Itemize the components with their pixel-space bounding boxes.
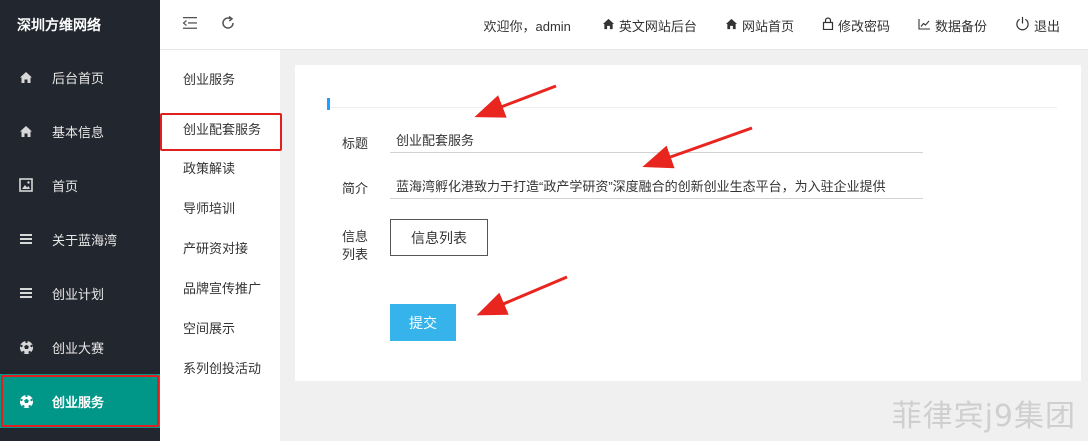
chart-icon [918, 18, 931, 33]
title-input[interactable] [390, 127, 923, 153]
submenu-item-mentor-training[interactable]: 导师培训 [160, 190, 280, 228]
submenu-item-brand-promotion[interactable]: 品牌宣传推广 [160, 270, 280, 308]
home-icon [18, 69, 34, 85]
home-icon [18, 123, 34, 139]
sidebar-item-startup-service[interactable]: 创业服务 [0, 374, 160, 428]
data-backup-link[interactable]: 数据备份 [904, 16, 1001, 35]
power-icon [1015, 16, 1030, 34]
image-icon [18, 177, 34, 193]
home-icon [602, 18, 615, 33]
link-label: 英文网站后台 [618, 18, 697, 34]
soccer-ball-icon [18, 393, 34, 409]
sidebar-item-basic-info[interactable]: 基本信息 [0, 104, 160, 158]
english-admin-link[interactable]: 英文网站后台 [588, 16, 711, 35]
sub-menu: 创业服务 创业配套服务 政策解读 导师培训 产研资对接 品牌宣传推广 空间展示 … [160, 50, 282, 441]
sidebar-item-label: 创业服务 [52, 394, 105, 410]
edit-form-card: 标题 简介 信息 列表 信息列表 提交 [295, 65, 1081, 381]
submenu-item-industry-research[interactable]: 产研资对接 [160, 230, 280, 268]
submenu-item-support-service[interactable]: 创业配套服务 [160, 111, 282, 151]
sidebar-item-label: 关于蓝海湾 [52, 232, 118, 248]
card-header [327, 98, 1057, 110]
submenu-item-policy[interactable]: 政策解读 [160, 150, 280, 188]
sidebar-item-competition[interactable]: 创业大赛 [0, 320, 160, 374]
info-list-button[interactable]: 信息列表 [390, 219, 488, 256]
intro-input[interactable] [390, 173, 923, 199]
collapse-menu-icon[interactable] [182, 16, 198, 33]
list-icon [18, 231, 34, 247]
sidebar-item-label: 首页 [52, 178, 79, 194]
submenu-item-space-showcase[interactable]: 空间展示 [160, 310, 280, 348]
submit-button[interactable]: 提交 [390, 304, 456, 341]
sidebar-item-label: 后台首页 [52, 70, 105, 86]
link-label: 数据备份 [934, 18, 987, 34]
sidebar: 深圳方维网络 后台首页 基本信息 首页 关于蓝海湾 创业计划 创业大赛 创业服务 [0, 0, 160, 441]
link-label: 退出 [1033, 18, 1060, 34]
info-list-label: 信息 列表 [342, 229, 369, 262]
link-label: 网站首页 [741, 18, 794, 34]
lock-icon [822, 17, 834, 33]
sidebar-item-dashboard[interactable]: 后台首页 [0, 50, 160, 104]
logout-link[interactable]: 退出 [1001, 16, 1088, 35]
submenu-item-vc-events[interactable]: 系列创投活动 [160, 350, 280, 388]
watermark: 菲律宾j9集团 [891, 399, 1076, 434]
sidebar-item-startup-plan[interactable]: 创业计划 [0, 266, 160, 320]
sidebar-item-label: 创业大赛 [52, 340, 105, 356]
title-label: 标题 [342, 136, 369, 151]
intro-label: 简介 [342, 181, 369, 196]
site-home-link[interactable]: 网站首页 [711, 16, 808, 35]
sidebar-item-label: 创业计划 [52, 286, 105, 302]
change-password-link[interactable]: 修改密码 [808, 16, 904, 35]
soccer-ball-icon [18, 339, 34, 355]
top-bar: 欢迎你，admin 英文网站后台 网站首页 修改密码 数据备份 退出 [160, 0, 1088, 50]
link-label: 修改密码 [837, 18, 890, 34]
refresh-icon[interactable] [220, 15, 236, 34]
sidebar-item-homepage[interactable]: 首页 [0, 158, 160, 212]
home-icon [725, 18, 738, 33]
submenu-item-startup-service[interactable]: 创业服务 [160, 61, 280, 99]
sidebar-item-about[interactable]: 关于蓝海湾 [0, 212, 160, 266]
welcome-text: 欢迎你，admin [483, 18, 571, 34]
brand-title: 深圳方维网络 [17, 17, 101, 33]
list-icon [18, 285, 34, 301]
sidebar-item-label: 基本信息 [52, 124, 105, 140]
